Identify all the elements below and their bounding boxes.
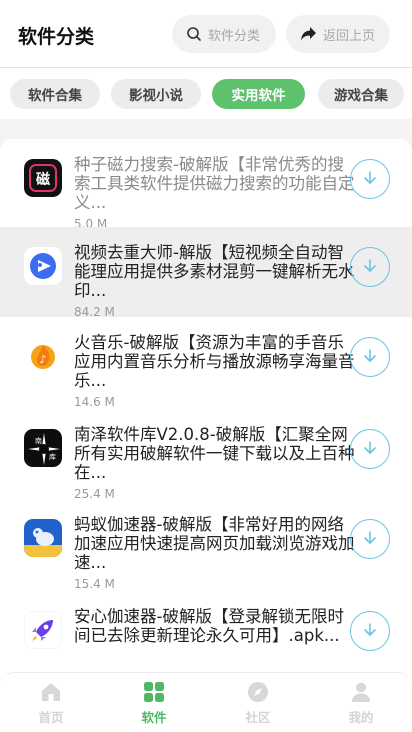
share-forward-icon [301, 27, 316, 41]
app-size: 15.4 M [74, 577, 115, 591]
list-item[interactable]: 磁 种子磁力搜索-破解版【非常优秀的搜索工具类软件提供磁力搜索的功能自定义...… [0, 139, 412, 231]
nav-label: 我的 [348, 710, 374, 725]
app-list: 磁 种子磁力搜索-破解版【非常优秀的搜索工具类软件提供磁力搜索的功能自定义...… [0, 139, 412, 672]
download-icon [364, 171, 376, 184]
back-label: 返回上页 [323, 28, 376, 44]
page-title: 软件分类 [18, 26, 95, 48]
nav-item-community[interactable]: 社区 [228, 681, 288, 729]
tab-video-novel[interactable]: 影视小说 [111, 79, 201, 109]
search-button[interactable]: 软件分类 [172, 15, 276, 53]
app-title: 安心伽速器-破解版【登录解锁无限时间已去除更新理论永久可用】.apk... [74, 607, 344, 645]
list-item[interactable]: 安心伽速器-破解版【登录解锁无限时间已去除更新理论永久可用】.apk... [0, 591, 412, 672]
bottom-nav: 首页 软件 社区 我的 [0, 672, 412, 732]
magnet-search-app-icon: 磁 [24, 159, 62, 197]
list-item[interactable]: ♪ 火音乐-破解版【资源为丰富的手音乐应用内置音乐分析与播放源畅享海量音乐...… [0, 317, 412, 409]
nav-label: 社区 [245, 710, 271, 725]
tab-game-collection[interactable]: 游戏合集 [318, 79, 404, 109]
apps-grid-icon [144, 682, 164, 702]
nav-item-software[interactable]: 软件 [124, 681, 184, 729]
app-title: 蚂蚁伽速器-破解版【非常好用的网络加速应用快速提高网页加载浏览游戏加速... [74, 515, 355, 572]
download-button[interactable] [350, 159, 390, 199]
svg-text:库: 库 [49, 452, 56, 461]
search-label: 软件分类 [208, 28, 261, 44]
search-icon [187, 27, 201, 41]
user-icon [352, 682, 370, 702]
nav-label: 软件 [141, 710, 167, 725]
nav-item-mine[interactable]: 我的 [331, 681, 391, 729]
nanze-library-app-icon: 南 库 [24, 429, 62, 467]
svg-text:南: 南 [35, 436, 42, 445]
compass-icon [248, 682, 268, 702]
tab-utility-software[interactable]: 实用软件 [212, 79, 305, 109]
tab-software-collection[interactable]: 软件合集 [10, 79, 100, 109]
download-icon [364, 259, 376, 272]
download-button[interactable] [350, 429, 390, 469]
app-title: 视频去重大师-解版【短视频全自动智能理应用提供多素材混剪一键解析无水印... [74, 243, 355, 300]
content-area: 磁 种子磁力搜索-破解版【非常优秀的搜索工具类软件提供磁力搜索的功能自定义...… [0, 119, 412, 672]
nav-item-home[interactable]: 首页 [21, 681, 81, 729]
app-title: 火音乐-破解版【资源为丰富的手音乐应用内置音乐分析与播放源畅享海量音乐... [74, 333, 355, 390]
rocket-accelerator-app-icon [24, 611, 62, 649]
svg-text:♪: ♪ [39, 353, 46, 366]
svg-text:磁: 磁 [36, 171, 50, 188]
download-button[interactable] [350, 611, 390, 651]
category-tabs: 软件合集 影视小说 实用软件 游戏合集 [0, 69, 412, 119]
list-item[interactable]: 蚂蚁伽速器-破解版【非常好用的网络加速应用快速提高网页加载浏览游戏加速... 1… [0, 499, 412, 591]
app-title: 南泽软件库V2.0.8-破解版【汇聚全网所有实用破解软件一键下载以及上百种在..… [74, 425, 355, 482]
top-header: 软件分类 软件分类 返回上页 [0, 0, 412, 68]
download-icon [364, 623, 376, 636]
download-button[interactable] [350, 337, 390, 377]
back-button[interactable]: 返回上页 [286, 15, 390, 53]
video-dedupe-app-icon [24, 247, 62, 285]
ant-accelerator-app-icon [24, 519, 62, 557]
list-item[interactable]: 视频去重大师-解版【短视频全自动智能理应用提供多素材混剪一键解析无水印... 8… [0, 227, 412, 319]
app-size: 14.6 M [74, 395, 115, 409]
download-icon [364, 531, 376, 544]
list-item[interactable]: 南 库 南泽软件库V2.0.8-破解版【汇聚全网所有实用破解软件一键下载以及上百… [0, 409, 412, 501]
download-button[interactable] [350, 247, 390, 287]
app-title: 种子磁力搜索-破解版【非常优秀的搜索工具类软件提供磁力搜索的功能自定义... [74, 155, 355, 212]
fire-music-app-icon: ♪ [24, 337, 62, 375]
home-icon [42, 683, 60, 701]
download-icon [364, 349, 376, 362]
nav-label: 首页 [38, 710, 64, 725]
download-icon [364, 441, 376, 454]
download-button[interactable] [350, 519, 390, 559]
